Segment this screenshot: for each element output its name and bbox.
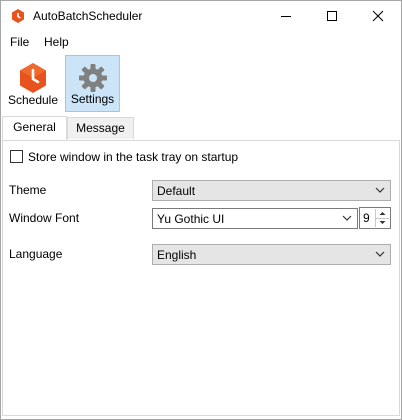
theme-select[interactable]: Default [152,180,391,201]
gear-icon [78,64,107,92]
font-size-down-button[interactable] [376,218,389,227]
close-icon [372,10,384,22]
schedule-label: Schedule [7,93,59,107]
chevron-down-icon [342,215,352,221]
window-font-select[interactable]: Yu Gothic UI [152,208,358,229]
settings-tabs: General Message [1,116,401,141]
font-size-stepper-buttons [375,209,389,227]
chevron-down-icon [379,221,386,224]
window-title: AutoBatchScheduler [33,9,143,23]
font-size-value: 9 [363,211,370,225]
chevron-down-icon [375,251,385,257]
theme-label: Theme [9,183,47,197]
maximize-icon [327,11,337,21]
menu-file[interactable]: File [9,35,30,49]
title-bar[interactable]: AutoBatchScheduler [1,1,401,31]
theme-value: Default [157,184,196,198]
maximize-button[interactable] [309,1,355,31]
language-select[interactable]: English [152,244,391,265]
main-window: AutoBatchScheduler File Help Schedule Se… [0,0,402,420]
minimize-button[interactable] [263,1,309,31]
toolbar: Schedule Settings [1,54,401,114]
tab-general-label: General [13,120,56,134]
menu-bar: File Help [1,32,401,52]
language-label: Language [9,247,63,261]
close-button[interactable] [355,1,401,31]
window-font-label: Window Font [9,211,80,225]
window-font-value: Yu Gothic UI [157,212,225,226]
chevron-down-icon [375,187,385,193]
tab-general[interactable]: General [2,116,67,140]
font-size-stepper[interactable]: 9 [359,207,391,229]
language-value: English [157,248,197,262]
tab-message-label: Message [76,121,125,135]
schedule-clock-icon [20,63,46,93]
menu-help[interactable]: Help [43,35,70,49]
settings-label: Settings [70,92,115,106]
minimize-icon [281,16,291,17]
schedule-button[interactable]: Schedule [4,55,62,112]
tray-startup-checkbox[interactable] [10,150,23,163]
settings-button[interactable]: Settings [65,55,120,112]
chevron-up-icon [379,212,386,215]
tab-message[interactable]: Message [67,117,134,139]
app-logo-icon [12,9,24,23]
tray-startup-label: Store window in the task tray on startup [28,150,239,164]
